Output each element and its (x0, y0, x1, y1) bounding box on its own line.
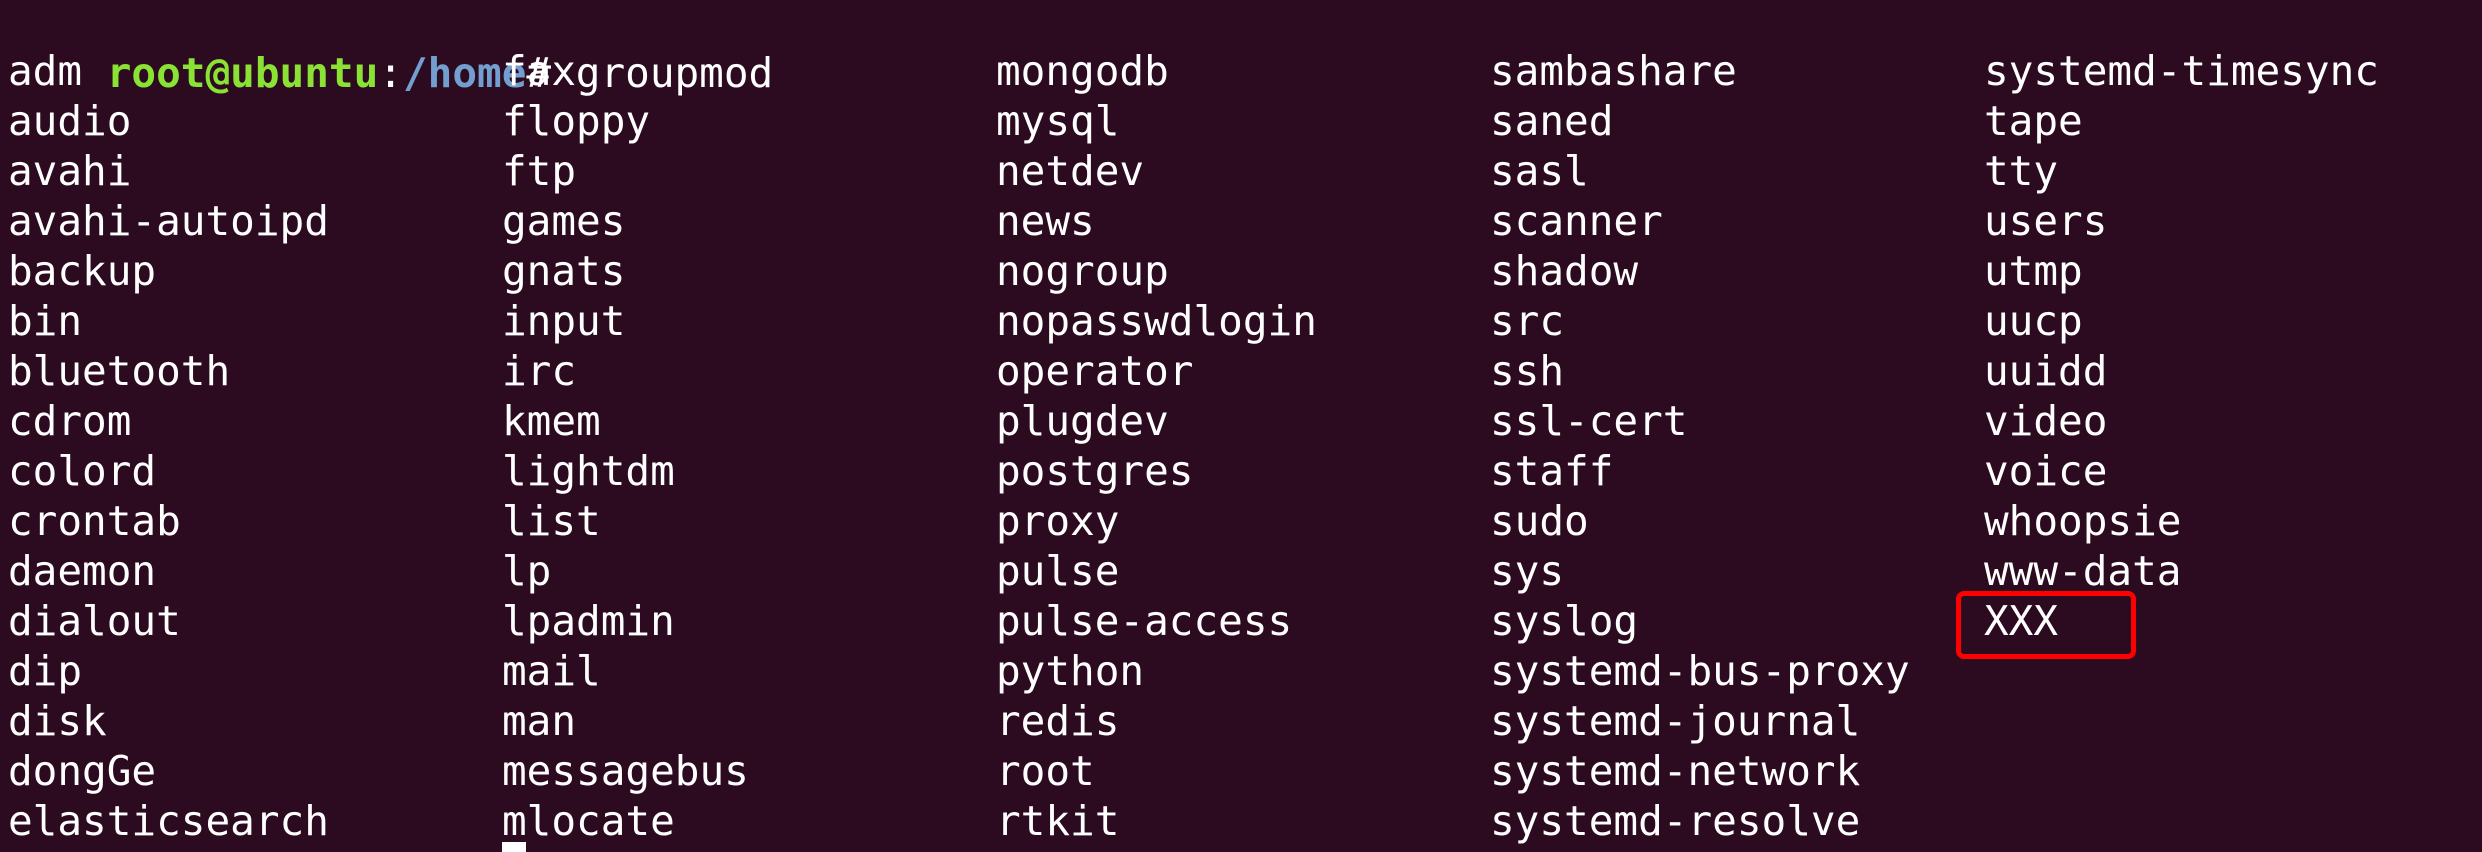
group-name: netdev (996, 147, 1145, 195)
group-name: adm (8, 47, 83, 95)
group-name: lp (502, 547, 552, 595)
group-name: messagebus (502, 747, 749, 795)
highlight-box (1956, 591, 2136, 659)
group-name: nogroup (996, 247, 1169, 295)
group-name: systemd-resolve (1490, 797, 1861, 845)
group-name: root (996, 747, 1095, 795)
group-name: operator (996, 347, 1194, 395)
terminal-cursor (502, 842, 526, 852)
group-name: ssl-cert (1490, 397, 1688, 445)
group-name: bluetooth (8, 347, 231, 395)
group-name: daemon (8, 547, 157, 595)
group-name: proxy (996, 497, 1120, 545)
group-name: uuidd (1984, 347, 2108, 395)
group-name: gnats (502, 247, 626, 295)
group-name: disk (8, 697, 107, 745)
group-name: tape (1984, 97, 2083, 145)
group-name: postgres (996, 447, 1194, 495)
group-name: avahi-autoipd (8, 197, 329, 245)
group-name: sys (1490, 547, 1565, 595)
group-name: sambashare (1490, 47, 1737, 95)
group-name: video (1984, 397, 2108, 445)
group-name: list (502, 497, 601, 545)
group-name: bin (8, 297, 83, 345)
group-name: irc (502, 347, 577, 395)
group-name: systemd-bus-proxy (1490, 647, 1910, 695)
group-name: systemd-network (1490, 747, 1861, 795)
group-name: scanner (1490, 197, 1663, 245)
group-name: pulse (996, 547, 1120, 595)
group-name: man (502, 697, 577, 745)
group-name: python (996, 647, 1145, 695)
group-name: sasl (1490, 147, 1589, 195)
group-name: avahi (8, 147, 132, 195)
group-name: uucp (1984, 297, 2083, 345)
group-name: utmp (1984, 247, 2083, 295)
completion-column: systemd-timesync tape tty users utmp uucp uuid… (1984, 46, 2478, 646)
group-name: pulse-access (996, 597, 1293, 645)
group-name: staff (1490, 447, 1614, 495)
group-name: colord (8, 447, 157, 495)
group-name: redis (996, 697, 1120, 745)
group-name: backup (8, 247, 157, 295)
group-name: sudo (1490, 497, 1589, 545)
group-name: crontab (8, 497, 181, 545)
completion-column: mongodb mysql netdev news nogroup nopasswdlog… (996, 46, 1490, 846)
group-name: plugdev (996, 397, 1169, 445)
group-name: ssh (1490, 347, 1565, 395)
group-name: mail (502, 647, 601, 695)
group-name: www-data (1984, 547, 2182, 595)
group-name: mlocate (502, 797, 675, 845)
prompt-line: root@ubuntu:/home# groupmod (8, 0, 774, 97)
group-name: systemd-timesync (1984, 47, 2379, 95)
group-name: dongGe (8, 747, 157, 795)
group-name: shadow (1490, 247, 1639, 295)
completion-column: fax floppy ftp games gnats input irc kmem lightd… (502, 46, 996, 846)
group-name: games (502, 197, 626, 245)
group-name: dip (8, 647, 83, 695)
group-name: rtkit (996, 797, 1120, 845)
group-name: fax (502, 47, 577, 95)
group-name: voice (1984, 447, 2108, 495)
group-name: syslog (1490, 597, 1639, 645)
group-name: ftp (502, 147, 577, 195)
group-name: lpadmin (502, 597, 675, 645)
group-name: saned (1490, 97, 1614, 145)
group-name: cdrom (8, 397, 132, 445)
completion-column: adm audio avahi avahi-autoipd backup bin bluet… (8, 46, 502, 846)
group-name: dialout (8, 597, 181, 645)
group-name: elasticsearch (8, 797, 329, 845)
group-name: floppy (502, 97, 651, 145)
group-name: news (996, 197, 1095, 245)
group-name: nopasswdlogin (996, 297, 1317, 345)
group-name: src (1490, 297, 1565, 345)
terminal-window[interactable]: root@ubuntu:/home# groupmod adm audio avah… (0, 0, 2482, 852)
completion-column: sambashare saned sasl scanner shadow src ssh ss… (1490, 46, 1984, 846)
group-name: lightdm (502, 447, 675, 495)
group-name: whoopsie (1984, 497, 2182, 545)
group-name: systemd-journal (1490, 697, 1861, 745)
group-name: users (1984, 197, 2108, 245)
group-name: mysql (996, 97, 1120, 145)
group-name: tty (1984, 147, 2059, 195)
group-name: input (502, 297, 626, 345)
group-name: mongodb (996, 47, 1169, 95)
group-name: kmem (502, 397, 601, 445)
group-name: audio (8, 97, 132, 145)
